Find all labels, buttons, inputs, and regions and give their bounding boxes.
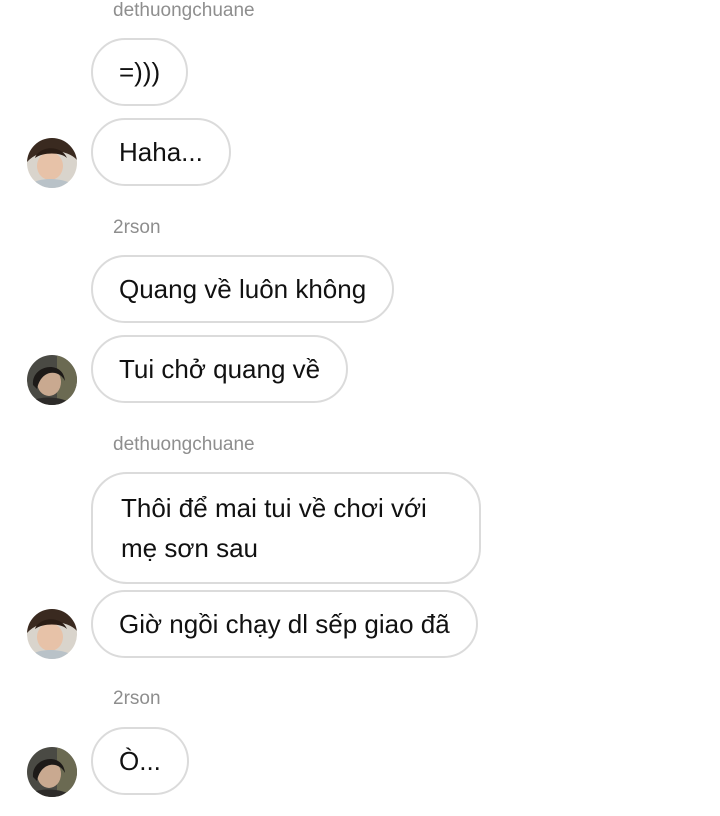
avatar[interactable] <box>27 747 77 797</box>
message-bubble[interactable]: =))) <box>91 38 189 106</box>
message-bubble[interactable]: Ò... <box>91 727 189 795</box>
avatar[interactable] <box>27 355 77 405</box>
sender-name: dethuongchuane <box>113 0 255 21</box>
sender-name: dethuongchuane <box>113 434 255 455</box>
message-bubble[interactable]: Haha... <box>91 118 231 186</box>
user-photo-icon <box>27 355 77 405</box>
message-bubble[interactable]: Tui chở quang về <box>91 335 349 403</box>
message-bubble[interactable]: Giờ ngồi chạy dl sếp giao đã <box>91 590 478 658</box>
sender-name: 2rson <box>113 688 161 709</box>
user-photo-icon <box>27 609 77 659</box>
message-bubble[interactable]: Thôi để mai tui về chơi với mẹ sơn sau <box>91 472 481 584</box>
sender-name: 2rson <box>113 217 161 238</box>
user-photo-icon <box>27 138 77 188</box>
user-photo-icon <box>27 747 77 797</box>
avatar[interactable] <box>27 609 77 659</box>
message-bubble[interactable]: Quang về luôn không <box>91 255 395 323</box>
avatar[interactable] <box>27 138 77 188</box>
